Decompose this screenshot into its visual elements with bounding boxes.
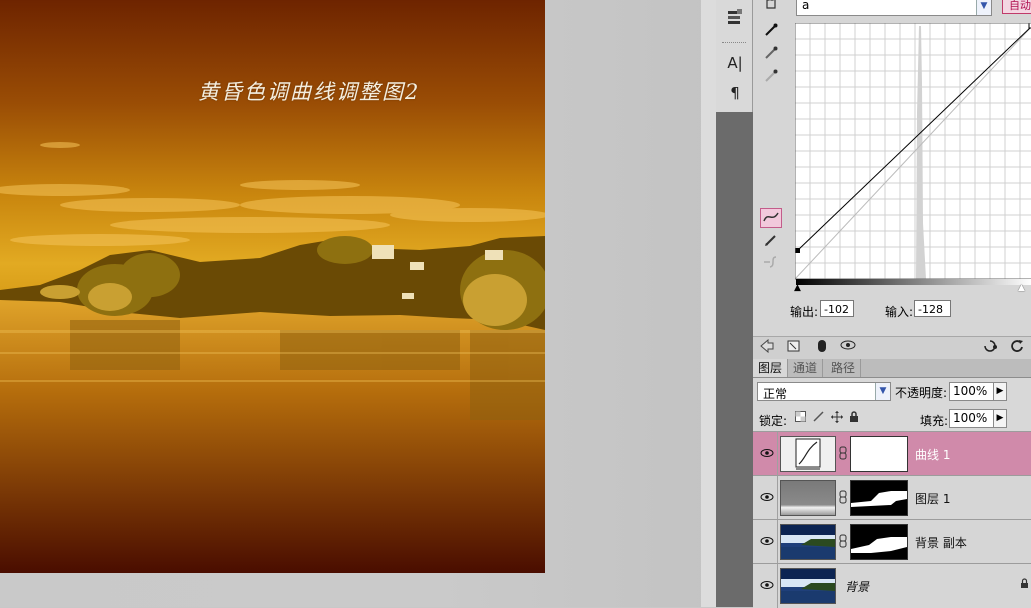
character-panel-icon[interactable]: A|	[724, 53, 746, 73]
layer-thumbnail	[780, 524, 836, 560]
layers-panel: 图层 通道 路径 正常 ▼ 不透明度: 100% ▶ 锁定: 填充: 100% …	[753, 359, 1031, 608]
opacity-field[interactable]: 100%	[949, 382, 995, 401]
curves-graph[interactable]	[794, 22, 1031, 284]
layer-mask-thumbnail[interactable]	[850, 480, 908, 516]
visibility-eye-icon[interactable]	[757, 476, 778, 520]
tab-paths[interactable]: 路径	[826, 359, 862, 377]
black-point-eyedropper-icon[interactable]	[760, 22, 782, 42]
visibility-eye-icon[interactable]	[839, 339, 857, 357]
white-point-eyedropper-icon[interactable]	[760, 68, 782, 88]
layer-name: 背景 副本	[915, 536, 967, 550]
reset-previous-icon[interactable]	[981, 339, 999, 357]
layer-row-layer1[interactable]: 图层 1	[753, 475, 1031, 520]
text-adjust-icon[interactable]	[724, 8, 746, 28]
input-field[interactable]: -128	[914, 300, 951, 317]
reset-icon[interactable]	[1008, 339, 1026, 357]
photo-caption: 黄昏色调曲线调整图2	[198, 80, 421, 104]
sunset-landscape-photo: 黄昏色调曲线调整图2	[0, 0, 545, 573]
lock-all-icon[interactable]	[849, 411, 859, 426]
gray-point-eyedropper-icon[interactable]	[760, 45, 782, 65]
layer-row-background-copy[interactable]: 背景 副本	[753, 519, 1031, 564]
output-field[interactable]: -102	[820, 300, 854, 317]
opacity-slider-arrow-icon[interactable]: ▶	[993, 382, 1007, 401]
target-adjust-hand-icon[interactable]	[760, 0, 782, 14]
blend-mode-select[interactable]: 正常 ▼	[757, 382, 891, 401]
canvas-border	[701, 0, 716, 607]
auto-button[interactable]: 自动	[1002, 0, 1031, 14]
channel-select[interactable]: a ▼	[796, 0, 992, 16]
layer-thumbnail	[780, 480, 836, 516]
adjustments-toolbar	[753, 336, 1031, 360]
layer-mask-thumbnail[interactable]	[850, 524, 908, 560]
white-point-slider-icon[interactable]: ▲	[1018, 283, 1025, 293]
link-chain-icon[interactable]	[839, 490, 847, 507]
panel-tabs: 图层 通道 路径	[753, 359, 1031, 378]
tab-layers[interactable]: 图层	[753, 359, 789, 377]
mask-layer-icon[interactable]	[813, 339, 831, 357]
layer-name: 图层 1	[915, 492, 951, 506]
layer-row-curves[interactable]: 曲线 1	[753, 431, 1031, 476]
fill-label: 填充:	[920, 414, 949, 428]
clip-to-layer-icon[interactable]	[785, 339, 803, 357]
paragraph-icon[interactable]: ¶	[724, 83, 746, 103]
layer-mask-thumbnail[interactable]	[850, 436, 908, 472]
lock-icon	[1020, 578, 1029, 592]
tools-separator	[722, 42, 746, 43]
smooth-curve-icon[interactable]	[760, 254, 782, 274]
lock-transparency-icon[interactable]	[795, 411, 806, 425]
lock-position-move-icon[interactable]	[831, 411, 843, 426]
input-label: 输入:	[885, 305, 914, 319]
panel-icon-column: A| ¶	[716, 0, 753, 112]
chevron-down-icon: ▼	[875, 383, 890, 400]
link-chain-icon[interactable]	[839, 446, 847, 463]
chevron-down-icon: ▼	[976, 0, 991, 15]
visibility-eye-icon[interactable]	[757, 520, 778, 564]
input-gradient-bar	[796, 279, 1031, 285]
opacity-label: 不透明度:	[895, 386, 948, 400]
layer-row-background[interactable]: 背景	[753, 563, 1031, 608]
pencil-draw-icon[interactable]	[760, 232, 782, 252]
lock-label: 锁定:	[759, 414, 788, 428]
document-canvas[interactable]: 黄昏色调曲线调整图2	[0, 0, 716, 607]
fill-slider-arrow-icon[interactable]: ▶	[993, 409, 1007, 428]
curve-edit-points-icon[interactable]	[760, 208, 782, 228]
layer-thumbnail	[780, 568, 836, 604]
layer-name: 曲线 1	[915, 448, 951, 462]
back-arrow-icon[interactable]	[758, 338, 776, 357]
link-chain-icon[interactable]	[839, 534, 847, 551]
output-label: 输出:	[790, 305, 819, 319]
blend-mode-value: 正常	[763, 387, 788, 401]
visibility-eye-icon[interactable]	[757, 564, 778, 608]
curves-adjustment-thumbnail-icon	[780, 436, 836, 472]
visibility-eye-icon[interactable]	[757, 432, 778, 476]
curves-adjustment-panel: a ▼ 自动 ▲ ▲ 输出: -102 输入: -128	[753, 0, 1031, 340]
lock-pixels-brush-icon[interactable]	[813, 411, 824, 425]
tab-channels[interactable]: 通道	[788, 359, 824, 377]
black-point-slider-icon[interactable]: ▲	[794, 283, 801, 293]
layer-name: 背景	[845, 580, 870, 594]
channel-value: a	[802, 0, 810, 12]
fill-field[interactable]: 100%	[949, 409, 995, 428]
